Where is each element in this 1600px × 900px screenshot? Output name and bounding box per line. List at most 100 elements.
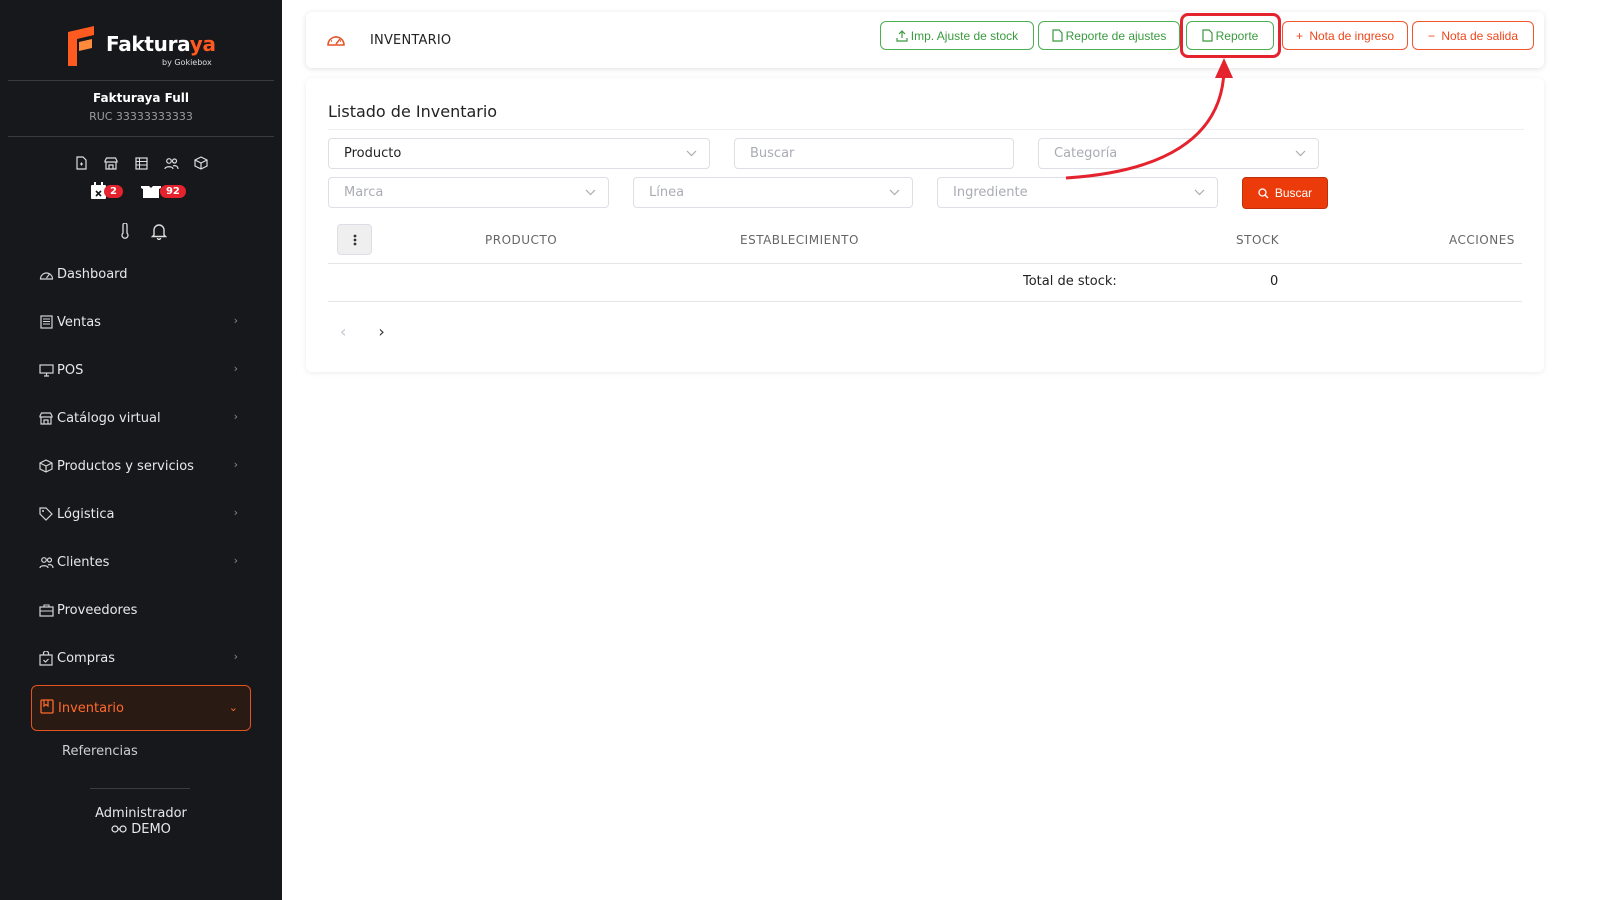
select-placeholder: Ingrediente — [953, 185, 1028, 200]
sidebar-item-label: Compras — [57, 650, 116, 666]
chevron-right-icon: › — [233, 458, 238, 471]
briefcase-icon — [38, 602, 54, 618]
sidebar-item-pos[interactable]: POS › — [38, 359, 248, 381]
users-icon — [38, 554, 54, 570]
box-icon[interactable] — [192, 154, 210, 172]
chevron-right-icon[interactable]: › — [378, 322, 384, 341]
file-icon — [1052, 29, 1063, 42]
section-title: Listado de Inventario — [328, 102, 498, 121]
category-select[interactable]: Categoría — [1038, 138, 1319, 169]
table-icon[interactable] — [132, 154, 150, 172]
search-icon — [1258, 187, 1269, 199]
user-icons — [116, 222, 168, 240]
chevron-right-icon: › — [233, 554, 238, 567]
glasses-icon — [111, 825, 127, 833]
boxes-badge-group[interactable]: 92 — [139, 183, 186, 199]
sidebar-item-compras[interactable]: Compras › — [38, 647, 248, 669]
column-options-button[interactable] — [337, 224, 372, 255]
column-header-producto: PRODUCTO — [485, 233, 558, 247]
sidebar-item-label: Clientes — [57, 554, 110, 570]
divider — [328, 129, 1524, 130]
box-icon — [38, 458, 54, 474]
chevron-left-icon[interactable]: ‹ — [340, 322, 346, 341]
button-label: Buscar — [1274, 186, 1313, 200]
chevron-down-icon — [1194, 186, 1205, 199]
dashboard-icon — [38, 266, 54, 282]
sidebar-item-label: Proveedores — [57, 602, 138, 618]
sidebar-item-label: Catálogo virtual — [57, 410, 161, 426]
boxes-count-badge: 92 — [159, 184, 186, 198]
search-button[interactable]: Buscar — [1242, 177, 1328, 209]
company-name: Fakturaya Full — [93, 91, 189, 105]
divider — [8, 136, 274, 137]
sidebar-item-proveedores[interactable]: Proveedores — [38, 599, 248, 621]
import-stock-adjustment-button[interactable]: Imp. Ajuste de stock — [880, 21, 1034, 50]
divider — [8, 80, 274, 81]
user-info[interactable]: Administrador DEMO — [0, 806, 282, 838]
product-select[interactable]: Producto — [328, 138, 710, 169]
sidebar-item-logistica[interactable]: Lógistica › — [38, 503, 248, 525]
thermometer-icon[interactable] — [116, 222, 134, 240]
tag-icon — [38, 506, 54, 522]
select-placeholder: Línea — [649, 185, 685, 200]
highlight-box — [1180, 13, 1281, 58]
sidebar-item-dashboard[interactable]: Dashboard — [38, 263, 248, 285]
store-icon — [38, 410, 54, 426]
calendar-count-badge: 2 — [104, 184, 123, 198]
select-placeholder: Categoría — [1054, 146, 1118, 161]
quick-access-icons — [72, 154, 210, 172]
total-row: Total de stock: 0 — [328, 264, 1522, 302]
sidebar-item-label: Ventas — [57, 314, 101, 330]
column-header-establecimiento: ESTABLECIMIENTO — [740, 233, 859, 247]
chevron-down-icon — [1295, 147, 1306, 160]
bell-icon[interactable] — [150, 222, 168, 240]
sidebar-item-ventas[interactable]: Ventas › — [38, 311, 248, 333]
ingredient-select[interactable]: Ingrediente — [937, 177, 1218, 208]
chevron-right-icon: › — [233, 650, 238, 663]
divider — [90, 788, 190, 789]
brand-sub: by Gokiebox — [162, 58, 212, 67]
total-stock-label: Total de stock: — [1023, 274, 1117, 289]
page-title: INVENTARIO — [370, 33, 452, 48]
store-icon[interactable] — [102, 154, 120, 172]
button-label: Reporte de ajustes — [1065, 28, 1167, 43]
page-header: INVENTARIO Imp. Ajuste de stock Reporte … — [306, 12, 1544, 68]
users-icon[interactable] — [162, 154, 180, 172]
chevron-right-icon: › — [233, 506, 238, 519]
search-input[interactable]: Buscar — [734, 138, 1014, 169]
button-label: Nota de salida — [1441, 28, 1519, 43]
chevron-down-icon — [686, 147, 697, 160]
pagination: ‹ › — [340, 322, 385, 341]
button-label: Imp. Ajuste de stock — [910, 28, 1019, 43]
button-label: Nota de ingreso — [1309, 28, 1395, 43]
chevron-down-icon — [889, 186, 900, 199]
sidebar-item-clientes[interactable]: Clientes › — [38, 551, 248, 573]
file-icon[interactable] — [72, 154, 90, 172]
entry-note-button[interactable]: + Nota de ingreso — [1282, 21, 1408, 50]
inventory-icon — [40, 699, 54, 718]
chevron-down-icon — [585, 186, 596, 199]
calendar-badge-group[interactable]: 2 — [90, 182, 123, 200]
brand-select[interactable]: Marca — [328, 177, 609, 208]
minus-icon: − — [1427, 28, 1435, 43]
sidebar: Fakturaya by Gokiebox Fakturaya Full RUC… — [0, 0, 282, 900]
user-name: DEMO — [131, 822, 171, 837]
sidebar-item-catalogo[interactable]: Catálogo virtual › — [38, 407, 248, 429]
chevron-right-icon: › — [233, 314, 238, 327]
column-header-acciones: ACCIONES — [1449, 233, 1515, 247]
select-value: Producto — [344, 146, 402, 161]
sidebar-item-label: Productos y servicios — [57, 458, 194, 474]
exit-note-button[interactable]: − Nota de salida — [1412, 21, 1534, 50]
notification-badges: 2 92 — [90, 182, 186, 200]
user-name-row: DEMO — [0, 822, 282, 838]
input-placeholder: Buscar — [750, 146, 795, 161]
company-ruc: RUC 33333333333 — [89, 110, 193, 123]
sidebar-item-inventario[interactable]: Inventario ⌄ — [31, 685, 251, 731]
total-stock-value: 0 — [1270, 274, 1279, 289]
adjustments-report-button[interactable]: Reporte de ajustes — [1038, 21, 1180, 50]
line-select[interactable]: Línea — [633, 177, 913, 208]
chevron-right-icon: › — [233, 410, 238, 423]
sidebar-subitem-referencias[interactable]: Referencias — [62, 744, 138, 759]
sidebar-item-productos[interactable]: Productos y servicios › — [38, 455, 248, 477]
brand-logo[interactable]: Fakturaya by Gokiebox — [66, 24, 216, 72]
